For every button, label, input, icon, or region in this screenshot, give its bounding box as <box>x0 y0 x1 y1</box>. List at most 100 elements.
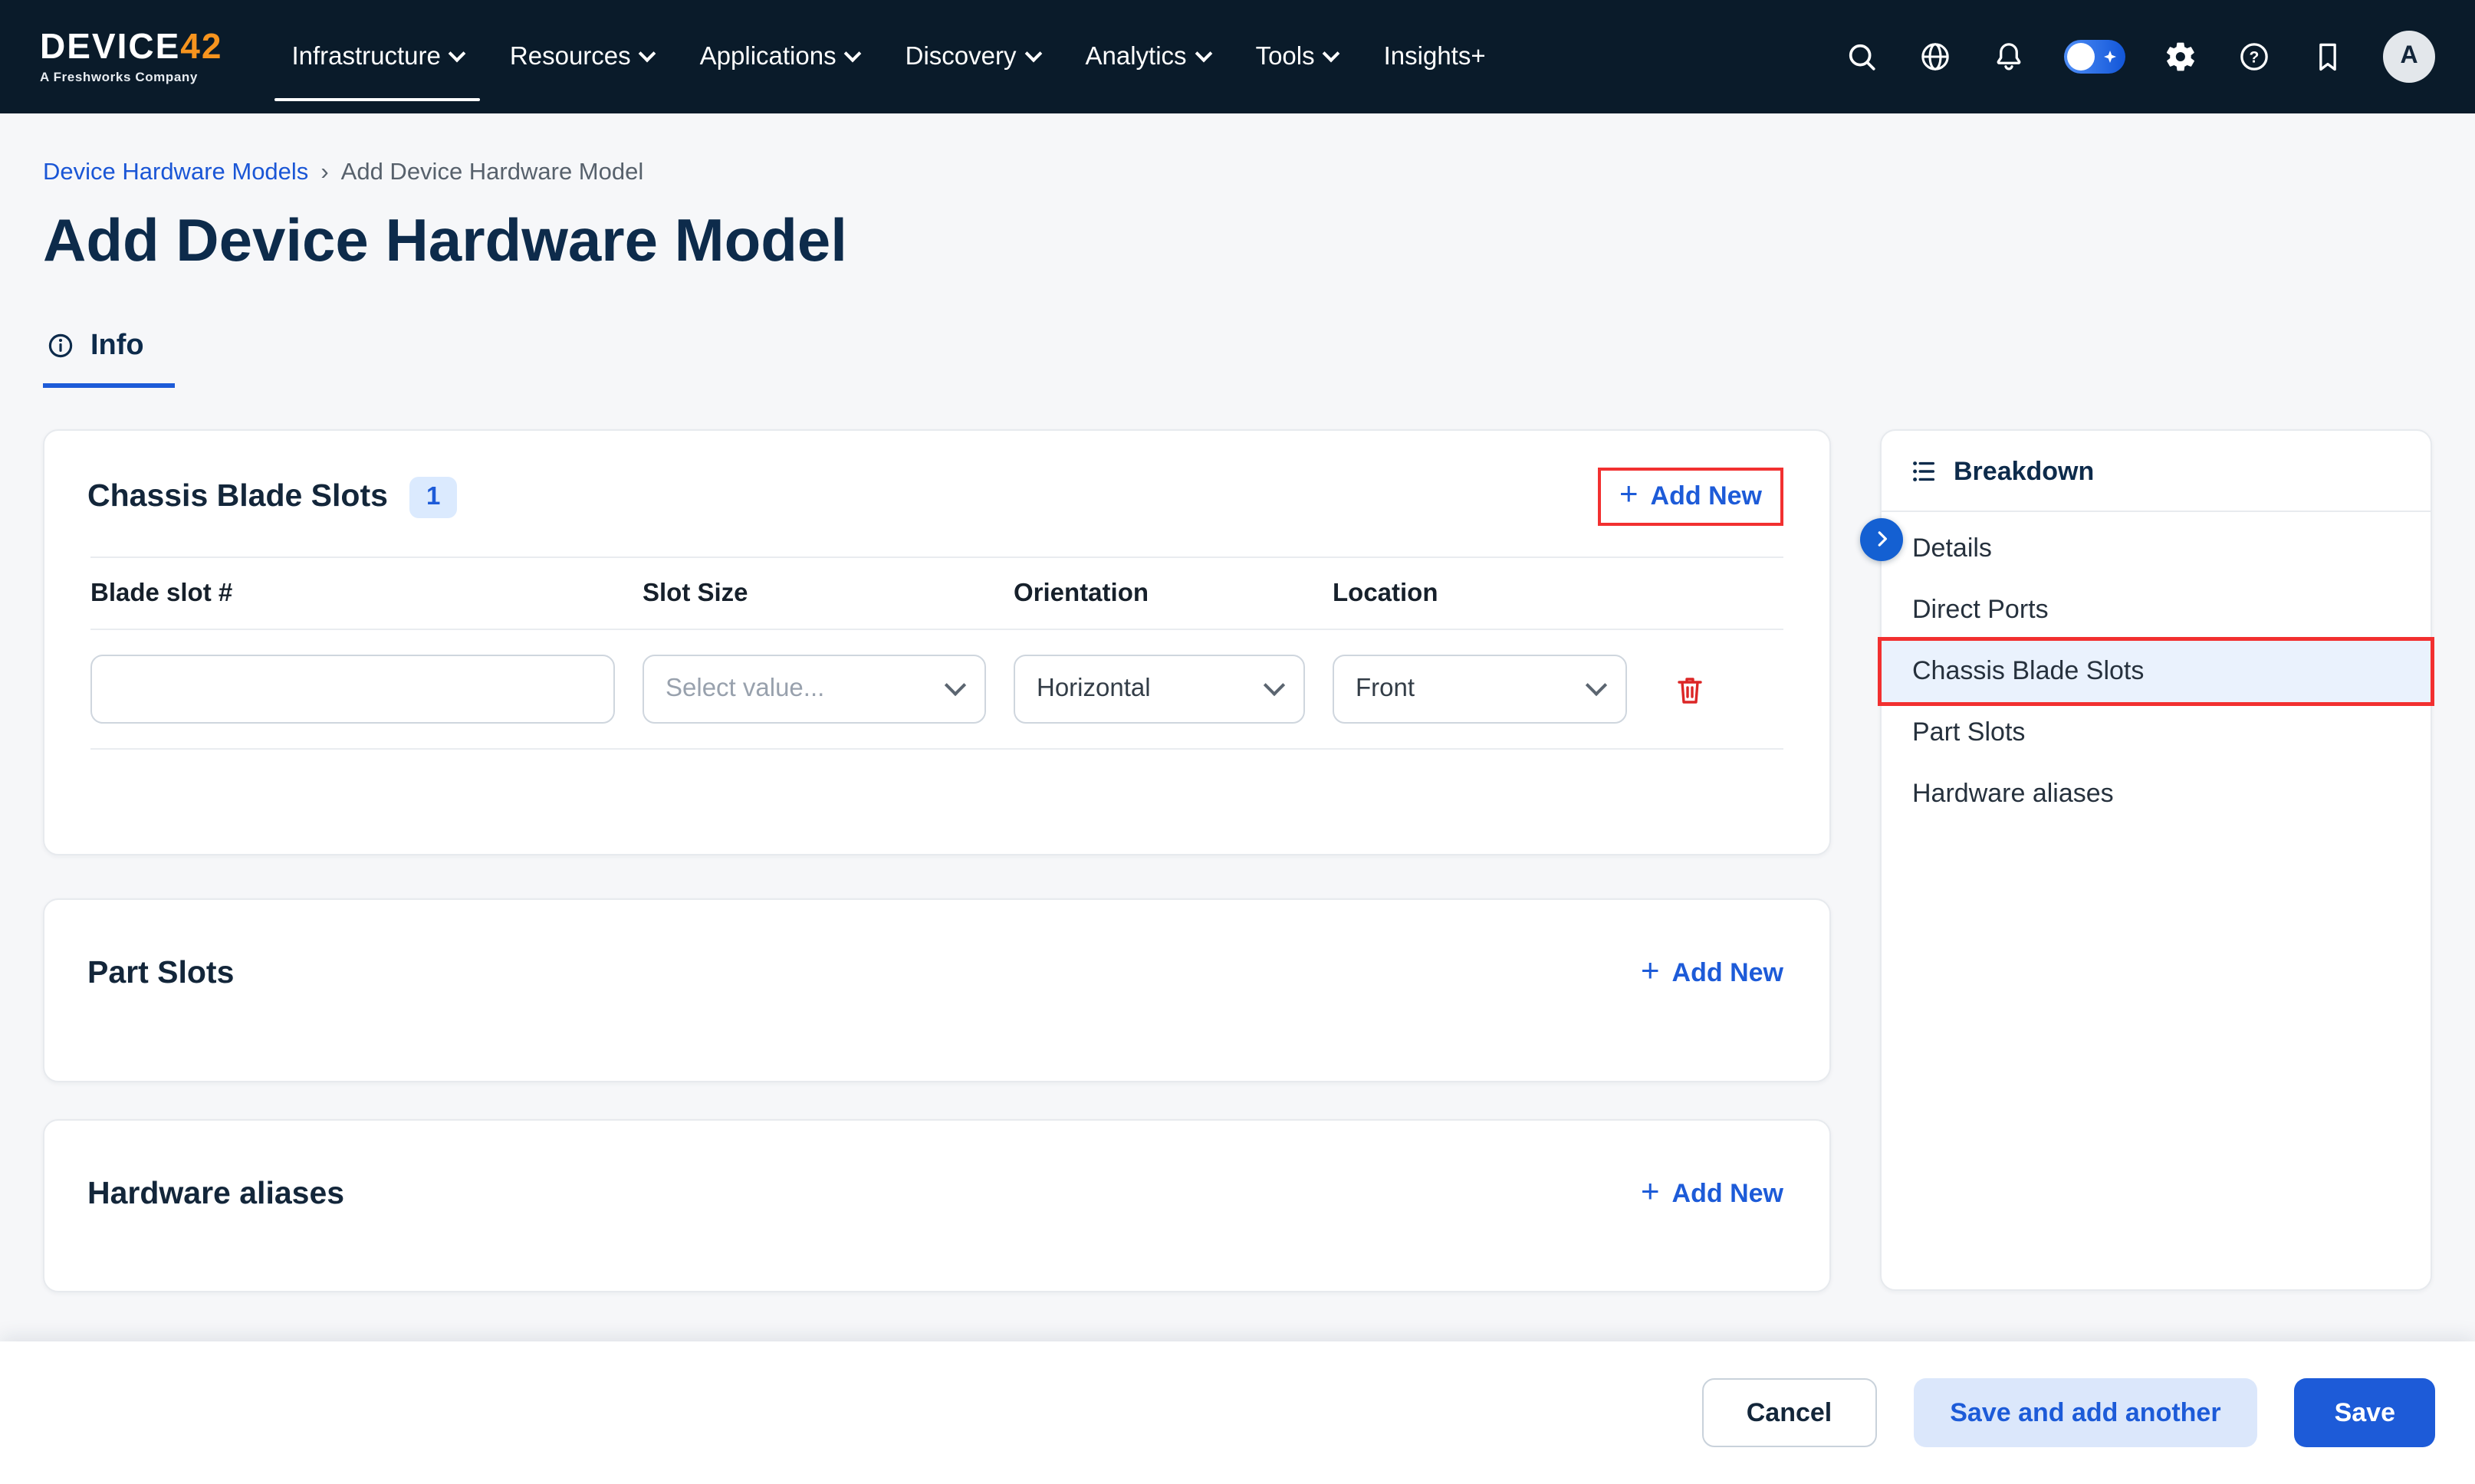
device42-logo[interactable]: DEVICE42 A Freshworks Company <box>40 30 222 84</box>
breakdown-title: Breakdown <box>1954 457 2094 488</box>
nav-item-discovery[interactable]: Discovery <box>883 0 1063 113</box>
bookmark-icon[interactable] <box>2309 38 2346 75</box>
nav-item-label: Tools <box>1256 42 1315 71</box>
breakdown-item-chassis-blade-slots[interactable]: Chassis Blade Slots <box>1882 641 2431 702</box>
add-new-label: Add New <box>1672 958 1783 989</box>
breakdown-item-hardware-aliases[interactable]: Hardware aliases <box>1882 763 2431 825</box>
globe-icon[interactable] <box>1917 38 1954 75</box>
nav-item-resources[interactable]: Resources <box>487 0 677 113</box>
breakdown-header: Breakdown <box>1882 431 2431 512</box>
logo-device-text: DEVICE <box>40 27 180 67</box>
breakdown-panel: Breakdown Details Direct Ports Chassis B… <box>1880 429 2432 1291</box>
action-footer: Cancel Save and add another Save <box>0 1341 2475 1484</box>
collapse-panel-button[interactable] <box>1860 518 1903 561</box>
red-annotation-box: + Add New <box>1598 468 1783 527</box>
hardware-aliases-add-new-button[interactable]: + Add New <box>1641 1179 1783 1210</box>
slot-size-select[interactable]: Select value... <box>643 655 986 724</box>
svg-text:?: ? <box>2250 48 2260 66</box>
blade-slot-cell <box>90 655 643 724</box>
breadcrumb-separator: › <box>320 159 328 187</box>
orientation-value: Horizontal <box>1037 675 1151 704</box>
chassis-title-wrap: Chassis Blade Slots 1 <box>87 476 457 517</box>
nav-actions: ? A <box>1843 31 2435 83</box>
part-slots-add-new-button[interactable]: + Add New <box>1641 958 1783 989</box>
sparkle-icon <box>2104 51 2116 63</box>
notifications-bell-icon[interactable] <box>1990 38 2027 75</box>
add-new-label: Add New <box>1651 481 1762 512</box>
column-header-location: Location <box>1333 579 1648 609</box>
viewport: DEVICE42 A Freshworks Company Infrastruc… <box>0 0 2475 1484</box>
nav-item-label: Applications <box>700 42 837 71</box>
chevron-down-icon <box>639 44 656 62</box>
chevron-down-icon <box>1586 675 1607 697</box>
slot-size-placeholder: Select value... <box>666 675 824 704</box>
orientation-select[interactable]: Horizontal <box>1014 655 1305 724</box>
nav-item-label: Resources <box>510 42 631 71</box>
page-title: Add Device Hardware Model <box>43 208 2432 277</box>
breadcrumb: Device Hardware Models › Add Device Hard… <box>43 159 2432 187</box>
breadcrumb-link-device-hardware-models[interactable]: Device Hardware Models <box>43 159 308 187</box>
nav-item-tools[interactable]: Tools <box>1233 0 1361 113</box>
breadcrumb-current: Add Device Hardware Model <box>341 159 644 187</box>
breakdown-item-part-slots[interactable]: Part Slots <box>1882 702 2431 763</box>
location-select[interactable]: Front <box>1333 655 1627 724</box>
nav-item-label: Discovery <box>906 42 1017 71</box>
column-header-orientation: Orientation <box>1014 579 1333 609</box>
slot-size-cell: Select value... <box>643 655 1014 724</box>
nav-item-applications[interactable]: Applications <box>677 0 883 113</box>
table-header-row: Blade slot # Slot Size Orientation Locat… <box>90 557 1783 631</box>
save-and-add-another-button[interactable]: Save and add another <box>1913 1378 2257 1447</box>
nav-item-insights[interactable]: Insights+ <box>1361 0 1509 113</box>
content-row: Chassis Blade Slots 1 + Add New Bla <box>0 429 2475 1292</box>
tab-info-label: Info <box>90 330 144 363</box>
logo-42-text: 42 <box>180 27 222 67</box>
blade-slots-table: Blade slot # Slot Size Orientation Locat… <box>90 557 1783 750</box>
user-avatar[interactable]: A <box>2383 31 2435 83</box>
chevron-down-icon <box>1195 44 1212 62</box>
save-button[interactable]: Save <box>2295 1378 2435 1447</box>
main-content: Device Hardware Models › Add Device Hard… <box>0 113 2475 1484</box>
table-row: Select value... Horizontal <box>90 631 1783 750</box>
chevron-down-icon <box>1323 44 1340 62</box>
breakdown-item-direct-ports[interactable]: Direct Ports <box>1882 579 2431 641</box>
chevron-down-icon <box>1264 675 1285 697</box>
chevron-down-icon <box>1024 44 1042 62</box>
nav-item-label: Insights+ <box>1384 42 1486 71</box>
blade-slot-input[interactable] <box>90 655 615 724</box>
settings-gear-icon[interactable] <box>2162 38 2199 75</box>
chassis-count-badge: 1 <box>409 476 457 517</box>
tab-info[interactable]: Info <box>43 330 175 388</box>
tab-bar: Info <box>43 330 2432 388</box>
search-icon[interactable] <box>1843 38 1880 75</box>
top-navigation-bar: DEVICE42 A Freshworks Company Infrastruc… <box>0 0 2475 113</box>
help-icon[interactable]: ? <box>2236 38 2273 75</box>
column-header-blade-slot: Blade slot # <box>90 579 643 609</box>
nav-item-infrastructure[interactable]: Infrastructure <box>268 0 486 113</box>
chevron-right-icon <box>1870 528 1893 551</box>
form-sections-column: Chassis Blade Slots 1 + Add New Bla <box>43 429 1831 1292</box>
chevron-down-icon <box>844 44 862 62</box>
row-actions-cell <box>1648 667 1783 713</box>
breakdown-item-details[interactable]: Details <box>1882 518 2431 579</box>
chevron-down-icon <box>449 44 467 62</box>
toggle-knob <box>2067 43 2095 71</box>
location-value: Front <box>1356 675 1415 704</box>
plus-icon: + <box>1641 956 1660 988</box>
plus-icon: + <box>1619 479 1638 511</box>
location-cell: Front <box>1333 655 1648 724</box>
info-icon <box>46 332 75 361</box>
section-title-chassis-blade-slots: Chassis Blade Slots <box>87 478 388 515</box>
orientation-cell: Horizontal <box>1014 655 1333 724</box>
delete-row-button[interactable] <box>1667 667 1713 713</box>
section-title-hardware-aliases: Hardware aliases <box>87 1176 344 1213</box>
chassis-add-new-button[interactable]: + Add New <box>1619 481 1762 512</box>
breakdown-list: Details Direct Ports Chassis Blade Slots… <box>1882 512 2431 825</box>
part-slots-section: Part Slots + Add New <box>43 898 1831 1082</box>
logo-wordmark: DEVICE42 <box>40 30 222 65</box>
cancel-button[interactable]: Cancel <box>1702 1378 1877 1447</box>
chevron-down-icon <box>945 675 966 697</box>
chassis-blade-slots-section: Chassis Blade Slots 1 + Add New Bla <box>43 429 1831 855</box>
theme-toggle[interactable] <box>2064 40 2125 74</box>
nav-item-analytics[interactable]: Analytics <box>1063 0 1233 113</box>
section-title-part-slots: Part Slots <box>87 955 234 992</box>
